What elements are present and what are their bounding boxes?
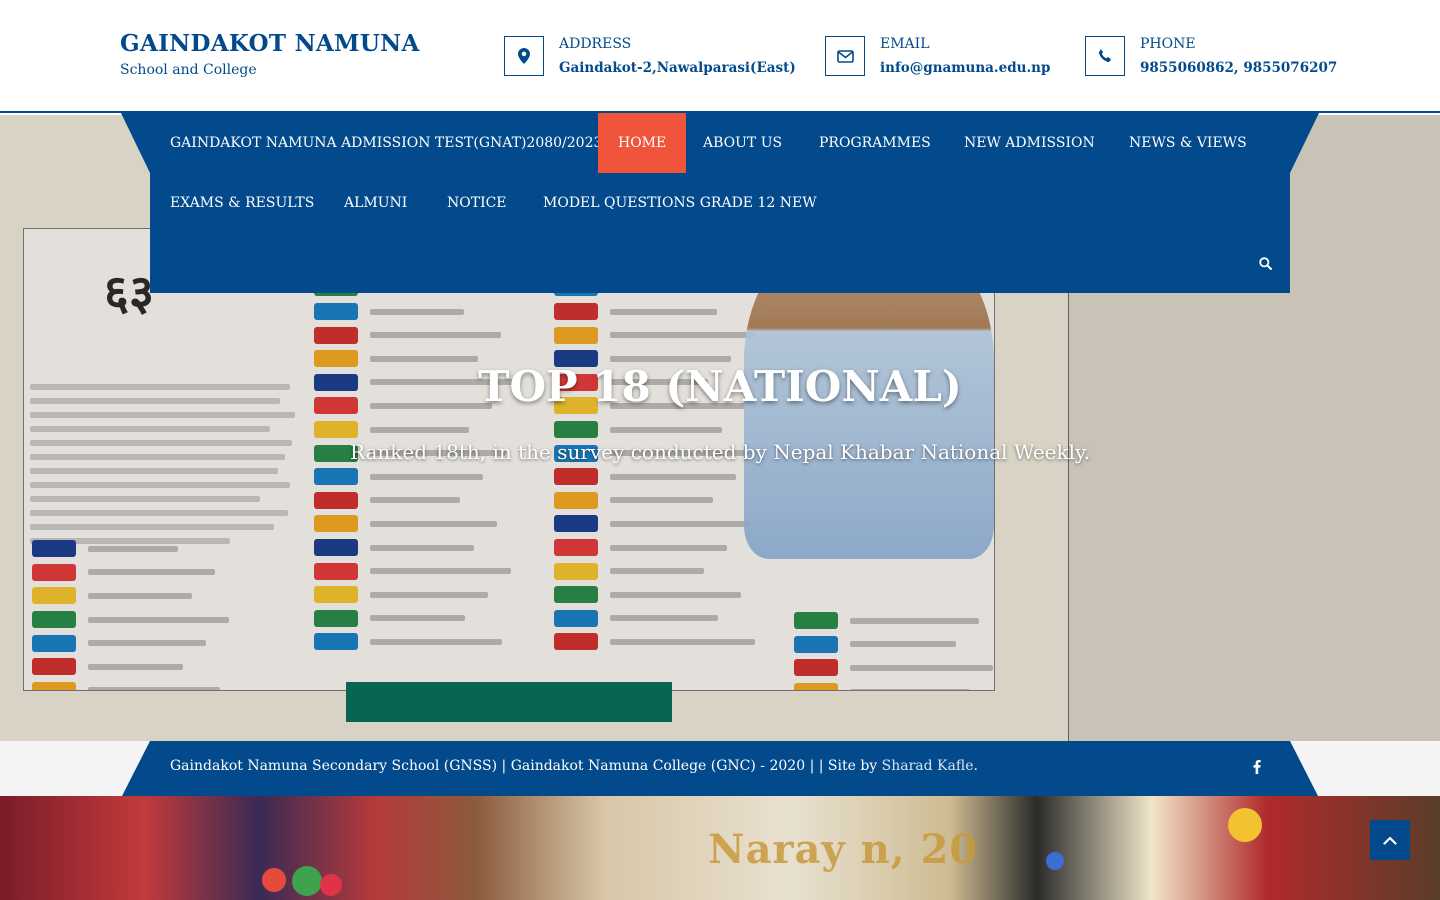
contact-label: EMAIL <box>880 36 930 52</box>
brand-title[interactable]: GAINDAKOT NAMUNA <box>120 30 420 57</box>
gallery-photo: Naray n, 20 <box>0 796 1440 900</box>
photo-decoration <box>292 866 322 896</box>
nav-item-exams-results[interactable]: EXAMS & RESULTS <box>150 173 334 233</box>
footer-copyright: Gaindakot Namuna Secondary School (GNSS)… <box>170 758 978 774</box>
footer-corner <box>1290 741 1318 796</box>
photo-decoration <box>1228 808 1262 842</box>
site-header: GAINDAKOT NAMUNA School and College ADDR… <box>0 0 1440 113</box>
nav-corner <box>121 113 150 173</box>
banner-text: Naray n, 20 <box>708 826 979 873</box>
footer-copyright-text: Gaindakot Namuna Secondary School (GNSS)… <box>170 758 882 774</box>
nav-item-home[interactable]: HOME <box>598 113 687 173</box>
photo-decoration <box>262 868 286 892</box>
nav-item-news-views[interactable]: NEWS & VIEWS <box>1109 113 1267 173</box>
nav-item-new-admission[interactable]: NEW ADMISSION <box>944 113 1115 173</box>
photo-decoration <box>320 874 342 896</box>
nav-item-notice[interactable]: NOTICE <box>427 173 527 233</box>
contact-value: Gaindakot-2,Nawalparasi(East) <box>559 60 796 76</box>
nav-item-model-questions[interactable]: MODEL QUESTIONS GRADE 12 NEW <box>523 173 837 233</box>
nav-item-programmes[interactable]: PROGRAMMES <box>799 113 951 173</box>
contact-phone: PHONE 9855060862, 9855076207 <box>1085 36 1337 78</box>
search-icon[interactable] <box>1252 253 1278 273</box>
back-to-top-button[interactable] <box>1370 820 1410 860</box>
hero-title: TOP 18 (NATIONAL) <box>478 362 962 411</box>
phone-icon <box>1085 36 1125 76</box>
nav-item-gnat[interactable]: GAINDAKOT NAMUNA ADMISSION TEST(GNAT)208… <box>150 113 622 173</box>
contact-value[interactable]: 9855060862, 9855076207 <box>1140 60 1337 76</box>
nav-item-almuni[interactable]: ALMUNI <box>324 173 427 233</box>
footer-suffix: . <box>973 758 978 774</box>
map-marker-icon <box>504 36 544 76</box>
nav-item-about-us[interactable]: ABOUT US <box>683 113 802 173</box>
photo-decoration <box>1046 852 1064 870</box>
contact-email: EMAIL info@gnamuna.edu.np <box>825 36 1065 78</box>
footer-corner <box>122 741 150 796</box>
contact-label: PHONE <box>1140 36 1196 52</box>
contact-value[interactable]: info@gnamuna.edu.np <box>880 60 1050 76</box>
main-nav: GAINDAKOT NAMUNA ADMISSION TEST(GNAT)208… <box>150 113 1290 293</box>
nav-corner <box>1290 113 1319 173</box>
hero-subtitle: Ranked 18th, in the survey conducted by … <box>349 440 1091 464</box>
brand[interactable]: GAINDAKOT NAMUNA School and College <box>120 30 420 78</box>
brand-subtitle: School and College <box>120 62 257 78</box>
contact-address: ADDRESS Gaindakot-2,Nawalparasi(East) <box>504 36 804 78</box>
footer-author-link[interactable]: Sharad Kafle <box>882 758 974 774</box>
envelope-icon <box>825 36 865 76</box>
facebook-icon[interactable] <box>1249 758 1265 776</box>
contact-label: ADDRESS <box>559 36 632 52</box>
